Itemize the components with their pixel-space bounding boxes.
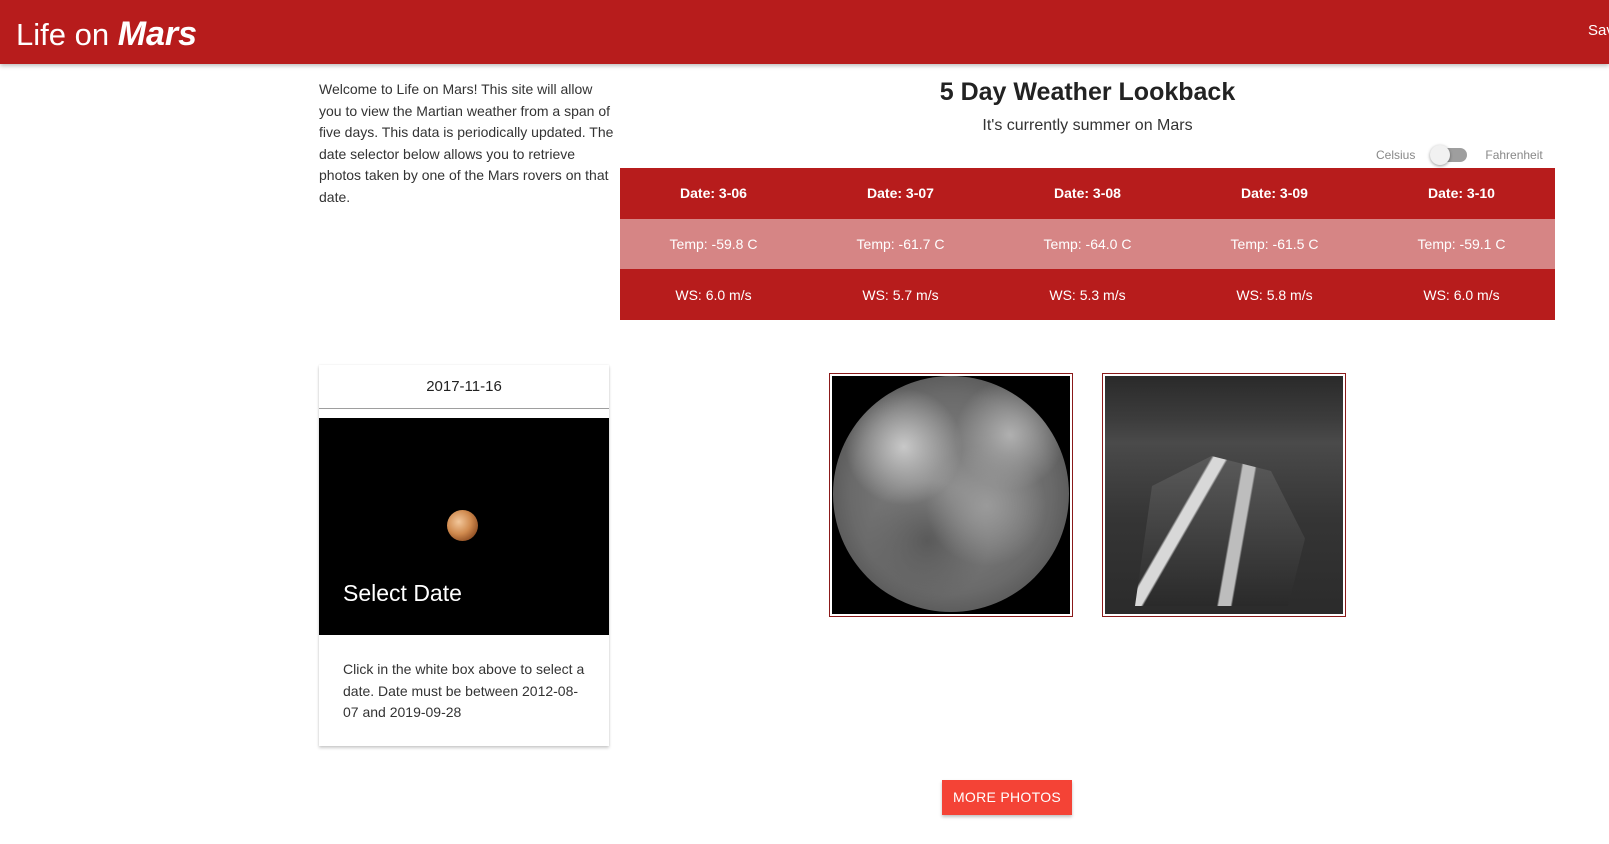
- weather-temp-cell: Temp: -59.8 C: [669, 236, 758, 253]
- date-input[interactable]: 2017-11-16: [319, 365, 609, 409]
- navbar: Life on Mars Save: [0, 0, 1609, 64]
- weather-date-cell: Date: 3-06: [680, 185, 747, 202]
- brand-text-bold: Mars: [117, 15, 198, 53]
- card-title: Select Date: [343, 580, 462, 606]
- brand-text-light: Life on: [16, 17, 118, 52]
- celsius-label: Celsius: [1376, 148, 1416, 162]
- weather-date-cell: Date: 3-08: [1054, 185, 1121, 202]
- fahrenheit-label: Fahrenheit: [1485, 148, 1543, 162]
- weather-table: Date: 3-06 Date: 3-07 Date: 3-08 Date: 3…: [620, 168, 1555, 321]
- weather-wind-cell: WS: 5.3 m/s: [1049, 286, 1126, 303]
- switch-knob[interactable]: [1430, 145, 1451, 165]
- rock-closeup-image: [833, 376, 1069, 612]
- weather-temp-cell: Temp: -61.5 C: [1230, 236, 1319, 253]
- weather-date-row: Date: 3-06 Date: 3-07 Date: 3-08 Date: 3…: [620, 168, 1555, 219]
- nav-link-save[interactable]: Save: [1588, 22, 1609, 39]
- unit-toggle: Celsius Fahrenheit: [1376, 145, 1543, 165]
- rover-photo-2[interactable]: [1102, 373, 1346, 617]
- mars-card-image: Select Date: [319, 418, 609, 635]
- weather-temp-cell: Temp: -64.0 C: [1043, 236, 1132, 253]
- mars-planet-image: [447, 510, 478, 541]
- weather-temp-row: Temp: -59.8 C Temp: -61.7 C Temp: -64.0 …: [620, 218, 1555, 270]
- more-photos-button[interactable]: MORE PHOTOS: [942, 780, 1072, 815]
- weather-subtitle: It's currently summer on Mars: [982, 117, 1193, 134]
- weather-wind-cell: WS: 6.0 m/s: [675, 286, 752, 303]
- weather-temp-cell: Temp: -61.7 C: [856, 236, 945, 253]
- weather-date-cell: Date: 3-09: [1241, 185, 1308, 202]
- date-selector-card: 2017-11-16 Select Date Click in the whit…: [319, 365, 609, 746]
- card-content: Click in the white box above to select a…: [343, 661, 585, 720]
- weather-date-cell: Date: 3-10: [1428, 185, 1495, 202]
- brand-logo[interactable]: Life on Mars: [16, 14, 197, 55]
- weather-wind-cell: WS: 5.7 m/s: [862, 286, 939, 303]
- intro-text: Welcome to Life on Mars! This site will …: [319, 81, 614, 205]
- unit-switch[interactable]: [1430, 145, 1468, 165]
- weather-wind-cell: WS: 6.0 m/s: [1423, 286, 1500, 303]
- rover-photo-2-image: [1105, 376, 1343, 614]
- rover-photo-1[interactable]: [829, 373, 1073, 617]
- weather-title: 5 Day Weather Lookback: [939, 78, 1236, 106]
- weather-wind-row: WS: 6.0 m/s WS: 5.7 m/s WS: 5.3 m/s WS: …: [620, 269, 1555, 321]
- weather-date-cell: Date: 3-07: [867, 185, 934, 202]
- weather-temp-cell: Temp: -59.1 C: [1417, 236, 1506, 253]
- rover-photo-1-image: [832, 376, 1070, 614]
- weather-wind-cell: WS: 5.8 m/s: [1236, 286, 1313, 303]
